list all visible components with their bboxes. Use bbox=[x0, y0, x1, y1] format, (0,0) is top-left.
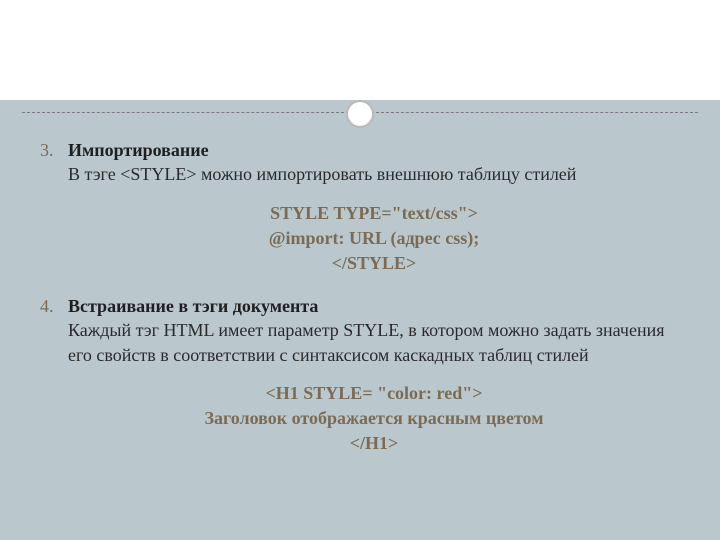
code-line: </H1> bbox=[68, 431, 680, 456]
code-line: </STYLE> bbox=[68, 251, 680, 276]
list-item-4: Встраивание в тэги документа Каждый тэг … bbox=[68, 294, 680, 456]
item4-desc: Каждый тэг HTML имеет параметр STYLE, в … bbox=[68, 320, 665, 364]
item4-code-block: <H1 STYLE= "color: red"> Заголовок отобр… bbox=[68, 381, 680, 457]
item3-code-block: STYLE TYPE="text/css"> @import: URL (адр… bbox=[68, 201, 680, 277]
divider bbox=[0, 98, 720, 126]
item4-heading: Встраивание в тэги документа bbox=[68, 296, 318, 316]
item3-desc: В тэге <STYLE> можно импортировать внешн… bbox=[68, 164, 576, 184]
code-line: <H1 STYLE= "color: red"> bbox=[68, 381, 680, 406]
slide: Импортирование В тэге <STYLE> можно импо… bbox=[0, 0, 720, 540]
item3-desc-prefix: В тэге bbox=[68, 164, 120, 184]
code-line: STYLE TYPE="text/css"> bbox=[68, 201, 680, 226]
title-area bbox=[0, 0, 720, 100]
slide-body: Импортирование В тэге <STYLE> можно импо… bbox=[0, 130, 720, 475]
item3-desc-tag: <STYLE> bbox=[120, 164, 196, 184]
ring-icon bbox=[346, 100, 374, 128]
ordered-list: Импортирование В тэге <STYLE> можно импо… bbox=[40, 138, 680, 457]
code-line: Заголовок отображается красным цветом bbox=[68, 406, 680, 431]
list-item-3: Импортирование В тэге <STYLE> можно импо… bbox=[68, 138, 680, 276]
item3-desc-suffix: можно импортировать внешнюю таблицу стил… bbox=[197, 164, 577, 184]
code-line: @import: URL (адрес css); bbox=[68, 226, 680, 251]
item3-heading: Импортирование bbox=[68, 140, 209, 160]
